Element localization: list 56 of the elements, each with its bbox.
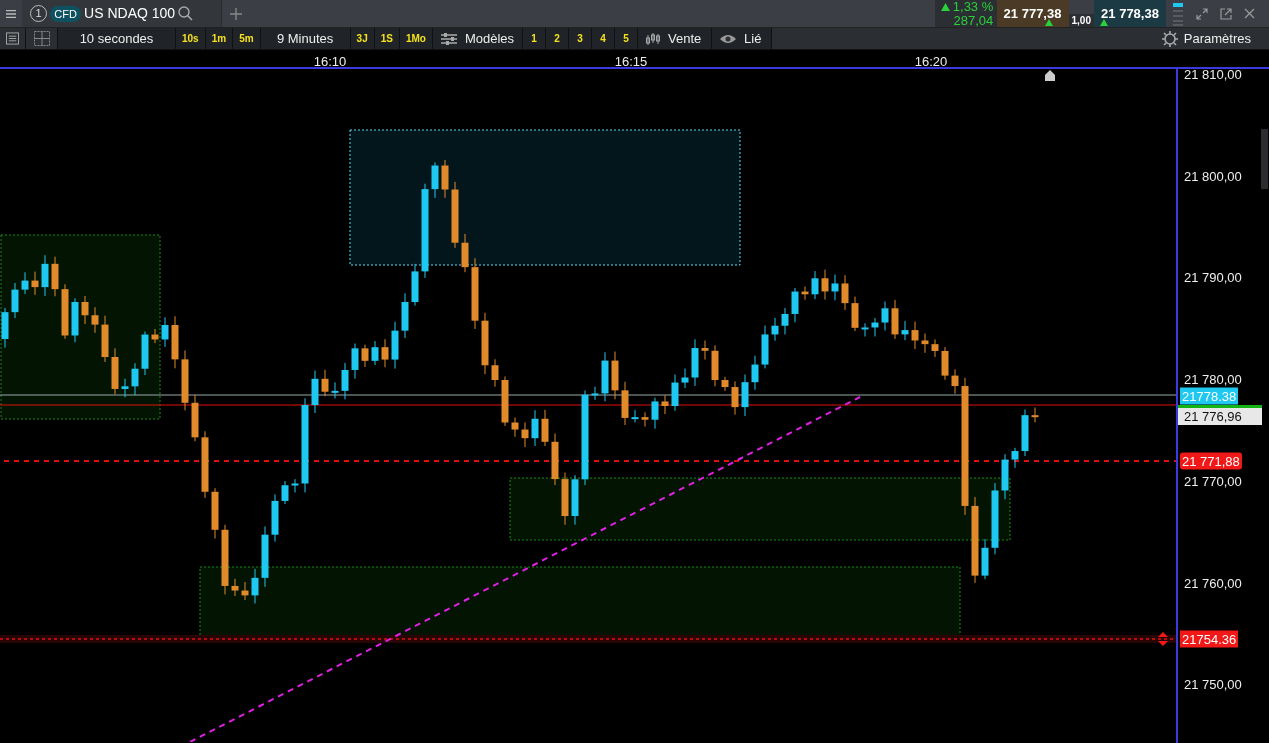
price-axis-label: 21 790,00: [1184, 269, 1242, 288]
home-marker-icon[interactable]: [1045, 70, 1055, 81]
spread-value: 1,00: [1068, 14, 1094, 27]
trend-line[interactable]: [189, 396, 861, 742]
time-axis-label: 16:20: [914, 53, 948, 71]
interval-button[interactable]: 5m: [233, 28, 261, 49]
instrument-type-badge: CFD: [50, 5, 81, 22]
depth-bars-icon: [1172, 2, 1184, 26]
up-triangle-icon: [940, 2, 950, 11]
range-dropdown[interactable]: 9 Minutes: [260, 28, 351, 49]
sliders-icon: [440, 32, 457, 45]
ask-price-box[interactable]: 21 778,38: [1094, 0, 1166, 27]
settings-button[interactable]: Paramètres: [1153, 28, 1269, 49]
layout-button[interactable]: 2: [546, 28, 570, 49]
zone-rectangle[interactable]: [509, 477, 1011, 541]
search-icon[interactable]: [178, 6, 194, 21]
bid-price-button[interactable]: 21 777,38: [996, 0, 1069, 27]
price-axis-label: 21 760,00: [1184, 574, 1242, 593]
templates-button[interactable]: Modèles: [432, 28, 524, 49]
order-price-tag[interactable]: 21754.36: [1180, 630, 1239, 648]
price-axis-label: 21 770,00: [1184, 473, 1242, 492]
candlestick-icon: [646, 31, 663, 46]
instrument-name: US NDAQ 100: [84, 4, 176, 23]
range-button[interactable]: 3J: [350, 28, 375, 49]
linked-button[interactable]: Lié: [712, 28, 773, 49]
price-axis-label: 21 750,00: [1184, 676, 1242, 695]
instrument-tab[interactable]: 1 CFD US NDAQ 100: [22, 0, 222, 27]
alert-line[interactable]: [3, 460, 1176, 462]
layout-button[interactable]: 4: [592, 28, 616, 49]
interval-button[interactable]: 1m: [205, 28, 234, 49]
interval-dropdown[interactable]: 10 secondes: [58, 28, 176, 49]
price-axis-label: 21 800,00: [1184, 167, 1242, 186]
settings-icon: [1161, 30, 1178, 47]
eye-icon: [720, 33, 737, 44]
up-triangle-icon: [1100, 19, 1108, 26]
zone-rectangle[interactable]: [0, 234, 161, 420]
drag-handle-icon[interactable]: [1158, 632, 1168, 646]
alert-price-tag[interactable]: 21 771,88: [1180, 452, 1242, 470]
zone-rectangle[interactable]: [349, 129, 741, 266]
sell-button[interactable]: Vente: [638, 28, 713, 49]
bid-price-tag[interactable]: 21 776,96: [1178, 405, 1262, 425]
scrollbar[interactable]: [1261, 129, 1268, 189]
range-button[interactable]: 1Mo: [399, 28, 433, 49]
price-axis-label: 21 780,00: [1184, 371, 1242, 390]
up-triangle-icon: [1044, 19, 1053, 26]
change-points: 287,04: [953, 13, 994, 28]
interval-button[interactable]: 10s: [176, 28, 206, 49]
time-axis-label: 16:15: [614, 53, 648, 71]
change-percent: 1,33 %: [952, 0, 994, 14]
layout-button[interactable]: 5: [615, 28, 639, 49]
range-button[interactable]: 1S: [374, 28, 400, 49]
order-line[interactable]: [0, 638, 1176, 640]
time-axis-label: 16:10: [313, 53, 347, 71]
layout-button[interactable]: 1: [523, 28, 547, 49]
price-axis-label: 21 810,00: [1184, 66, 1242, 85]
layout-button[interactable]: 3: [569, 28, 593, 49]
